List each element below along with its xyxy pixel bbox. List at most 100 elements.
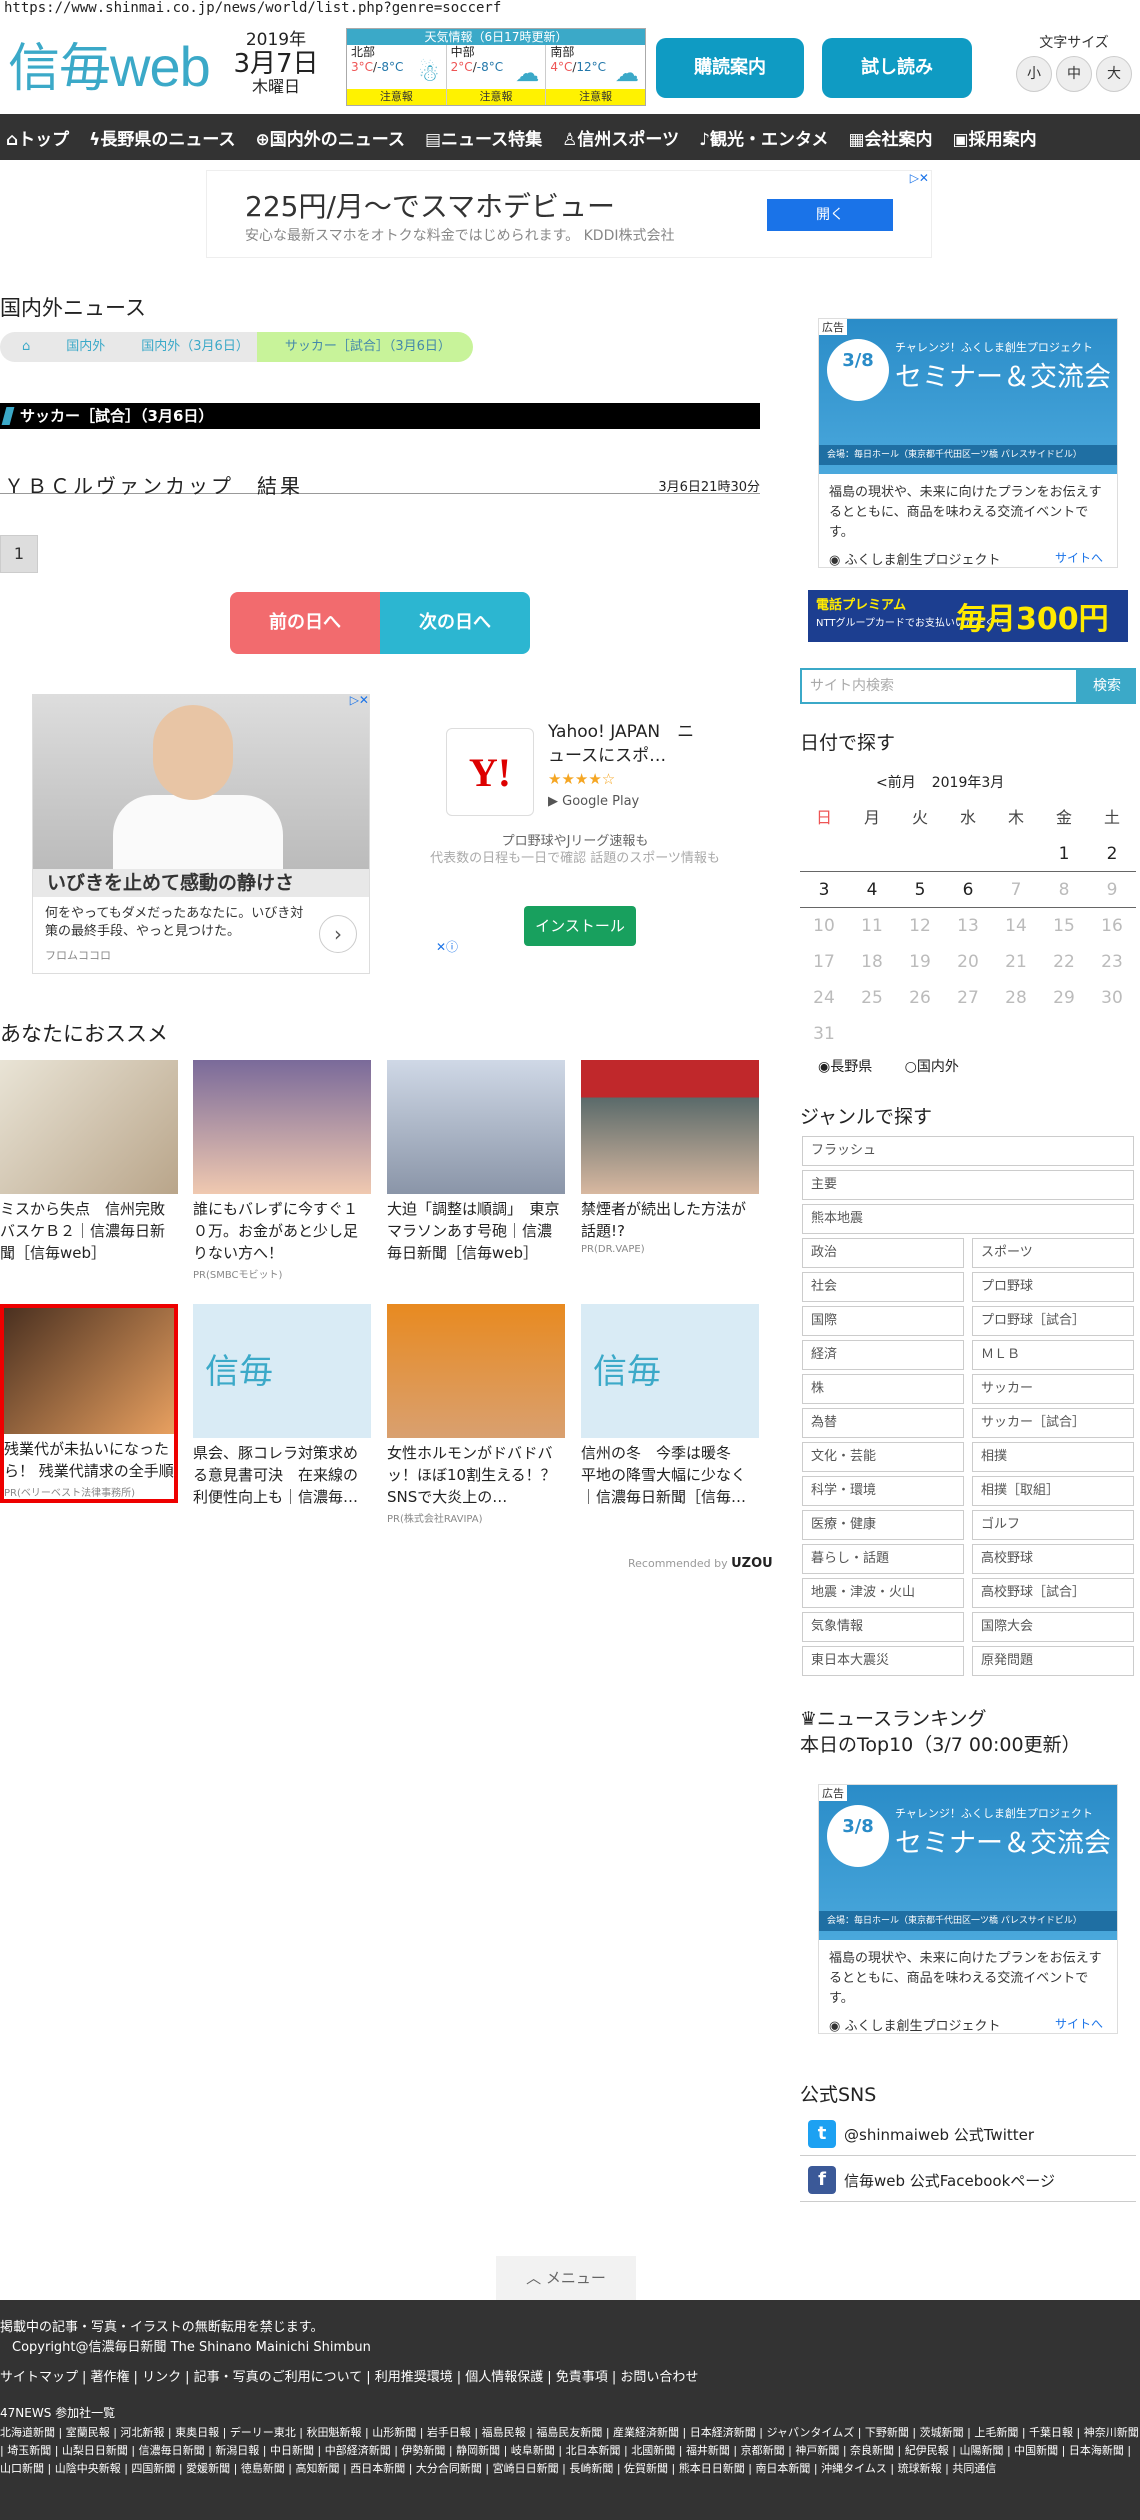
recommend-card[interactable]: 信毎 県会、豚コレラ対策求める意見書可決 在来線の利便性向上も｜信濃毎… [193,1304,371,1508]
footer-link[interactable]: 利用推奨環境 [375,2370,453,2385]
member-paper-link[interactable]: デーリー東北 [230,2426,296,2439]
calendar-day[interactable]: 5 [896,872,944,907]
yahoo-app-ad[interactable]: Y! Yahoo! JAPAN ニュースにスポ… ★★★★☆ ▶ Google … [430,694,720,964]
member-paper-link[interactable]: 紀伊民報 [905,2444,949,2457]
member-paper-link[interactable]: 西日本新聞 [350,2462,405,2475]
member-paper-link[interactable]: 神奈川新聞 [1084,2426,1139,2439]
genre-button[interactable]: 高校野球［試合］ [972,1578,1134,1608]
genre-button[interactable]: ＭＬＢ [972,1340,1134,1370]
genre-button[interactable]: 為替 [802,1408,964,1438]
calendar-day[interactable]: 3 [800,872,848,907]
member-paper-link[interactable]: 日本海新聞 [1069,2444,1124,2457]
member-paper-link[interactable]: 下野新聞 [865,2426,909,2439]
genre-button[interactable]: 気象情報 [802,1612,964,1642]
trial-button[interactable]: 試し読み [822,38,972,98]
member-paper-link[interactable]: ジャパンタイムズ [766,2426,854,2439]
calendar-day[interactable]: 4 [848,872,896,907]
genre-button[interactable]: 東日本大震災 [802,1646,964,1676]
recommend-card[interactable]: 大迫「調整は順調」 東京マラソンあす号砲｜信濃毎日新聞［信毎web］ [387,1060,565,1264]
snoring-ad[interactable]: いびきを止めて感動の静けさ 何をやってもダメだったあなたに。いびき対策の最終手段… [32,693,370,974]
member-paper-link[interactable]: 山口新聞 [0,2462,44,2475]
member-paper-link[interactable]: 河北新報 [120,2426,164,2439]
footer-link[interactable]: 個人情報保護 [465,2370,543,2385]
calendar-day[interactable]: 6 [944,872,992,907]
next-day-button[interactable]: 次の日へ [380,592,530,654]
twitter-link[interactable]: t @shinmaiweb 公式Twitter [800,2112,1136,2156]
sidebar-ad-2[interactable]: 広告 3/8 チャレンジ！ふくしま創生プロジェクト セミナー＆交流会 会場：毎日… [818,1784,1118,2034]
member-paper-link[interactable]: 共同通信 [952,2462,996,2475]
member-paper-link[interactable]: 福島民報 [482,2426,526,2439]
ad-site-link[interactable]: サイトへ [1055,549,1103,566]
genre-button[interactable]: 社会 [802,1272,964,1302]
member-paper-link[interactable]: 北海道新聞 [0,2426,55,2439]
nav-top[interactable]: ⌂トップ [6,125,69,150]
site-search-input[interactable]: サイト内検索 [800,668,1078,704]
footer-link[interactable]: サイトマップ [0,2370,78,2385]
recommended-by[interactable]: Recommended by UZOU [628,1556,773,1571]
nav-features[interactable]: ▤ニュース特集 [425,125,542,150]
member-paper-link[interactable]: 中国新聞 [1014,2444,1058,2457]
member-paper-link[interactable]: 日本経済新聞 [690,2426,756,2439]
footer-link[interactable]: 免責事項 [556,2370,608,2385]
ad-open-button[interactable]: 開く [767,199,893,231]
article-row[interactable]: ＹＢＣルヴァンカップ 結果 3月6日21時30分 [0,470,760,498]
member-paper-link[interactable]: 産業経済新聞 [613,2426,679,2439]
member-paper-link[interactable]: 大分合同新聞 [416,2462,482,2475]
font-small-button[interactable]: 小 [1016,56,1052,92]
search-button[interactable]: 検索 [1078,668,1136,704]
member-paper-link[interactable]: 静岡新聞 [456,2444,500,2457]
footer-link[interactable]: 著作権 [91,2370,130,2385]
article-title[interactable]: ＹＢＣルヴァンカップ 結果 [4,470,303,499]
genre-button[interactable]: ゴルフ [972,1510,1134,1540]
prev-day-button[interactable]: 前の日へ [230,592,380,654]
genre-button[interactable]: 国際大会 [972,1612,1134,1642]
genre-button[interactable]: 医療・健康 [802,1510,964,1540]
member-paper-link[interactable]: 熊本日日新聞 [679,2462,745,2475]
member-paper-link[interactable]: 室蘭民報 [66,2426,110,2439]
genre-button[interactable]: フラッシュ [802,1136,1134,1166]
member-paper-link[interactable]: 奈良新聞 [850,2444,894,2457]
genre-button[interactable]: 科学・環境 [802,1476,964,1506]
member-paper-link[interactable]: 北國新聞 [631,2444,675,2457]
genre-button[interactable]: 高校野球 [972,1544,1134,1574]
chevron-right-icon[interactable]: › [319,915,357,953]
recommend-card[interactable]: 女性ホルモンがドバドバッ！ほぼ10割生える！？SNSで大炎上の… PR(株式会社… [387,1304,565,1525]
calendar-day[interactable]: 1 [1040,836,1088,871]
footer-link[interactable]: リンク [142,2370,181,2385]
member-paper-link[interactable]: 東奥日報 [175,2426,219,2439]
member-paper-link[interactable]: 高知新聞 [296,2462,340,2475]
top-ad-banner[interactable]: 225円/月〜でスマホデビュー 安心な最新スマホをオトクな料金ではじめられます。… [206,170,932,258]
genre-button[interactable]: 経済 [802,1340,964,1370]
sidebar-banner-ad[interactable]: 電話プレミアム NTTグループカードでお支払いいただくと 毎月300円 [808,590,1128,642]
member-paper-link[interactable]: 新潟日報 [215,2444,259,2457]
member-paper-link[interactable]: 埼玉新聞 [7,2444,51,2457]
member-paper-link[interactable]: 沖縄タイムス [821,2462,887,2475]
member-paper-link[interactable]: 山梨日日新聞 [62,2444,128,2457]
member-paper-link[interactable]: 伊勢新聞 [401,2444,445,2457]
pagination-page[interactable]: 1 [0,535,38,573]
radio-world[interactable]: ○国内外 [905,1059,973,1075]
recommend-card[interactable]: ミスから失点 信州完敗 バスケＢ２｜信濃毎日新聞［信毎web］ [0,1060,180,1264]
font-medium-button[interactable]: 中 [1056,56,1092,92]
member-paper-link[interactable]: 中部経済新聞 [325,2444,391,2457]
ad-choices-icon[interactable]: ✕ⓘ [436,938,458,955]
nav-recruit[interactable]: ▣採用案内 [953,125,1037,150]
genre-button[interactable]: 暮らし・話題 [802,1544,964,1574]
genre-button[interactable]: サッカー [972,1374,1134,1404]
member-paper-link[interactable]: 岩手日報 [427,2426,471,2439]
menu-button[interactable]: ︿ メニュー [496,2256,636,2300]
genre-button[interactable]: サッカー［試合］ [972,1408,1134,1438]
nav-company[interactable]: ▦会社案内 [848,125,932,150]
genre-button[interactable]: 国際 [802,1306,964,1336]
member-paper-link[interactable]: 宮崎日日新聞 [493,2462,559,2475]
ad-site-link[interactable]: サイトへ [1055,2015,1103,2032]
member-paper-link[interactable]: 佐賀新聞 [624,2462,668,2475]
genre-button[interactable]: プロ野球［試合］ [972,1306,1134,1336]
genre-button[interactable]: 地震・津波・火山 [802,1578,964,1608]
member-paper-link[interactable]: 四国新聞 [131,2462,175,2475]
member-paper-link[interactable]: 愛媛新聞 [186,2462,230,2475]
install-button[interactable]: インストール [524,906,636,946]
member-paper-link[interactable]: 山陽新聞 [959,2444,1003,2457]
member-paper-link[interactable]: 上毛新聞 [974,2426,1018,2439]
genre-button[interactable]: 政治 [802,1238,964,1268]
